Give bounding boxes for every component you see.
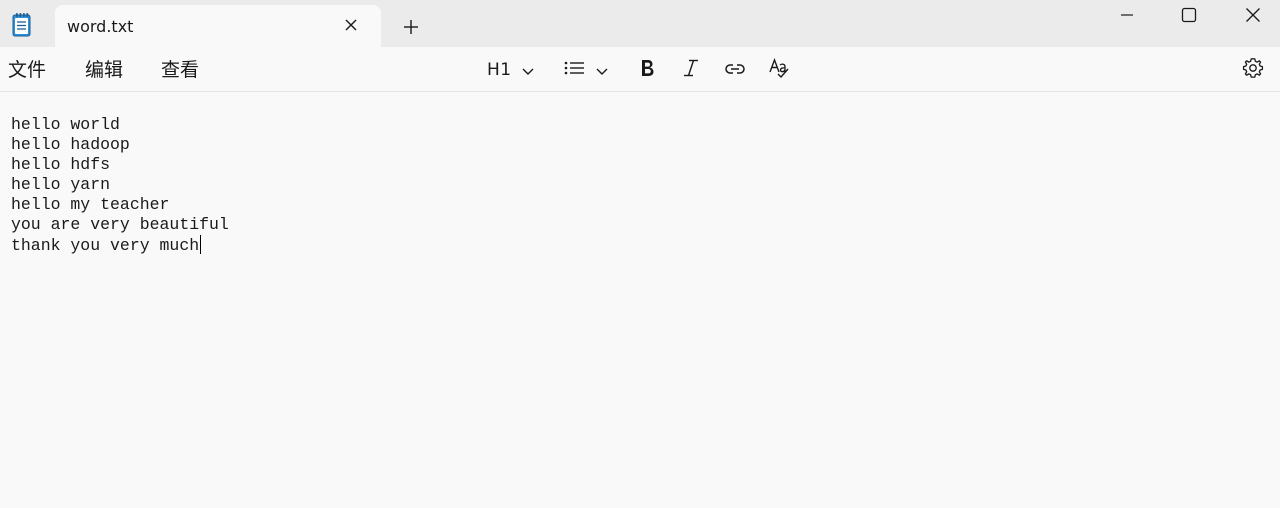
chevron-down-icon — [596, 61, 608, 80]
menu-edit[interactable]: 编辑 — [85, 58, 123, 82]
text-caret — [200, 235, 202, 254]
maximize-icon[interactable] — [1166, 0, 1212, 30]
settings-icon — [1242, 57, 1264, 83]
menu-toolbar: 文件 编辑 查看 H1 — [0, 47, 1280, 92]
text-line: hello yarn — [11, 175, 111, 194]
settings-button[interactable] — [1242, 57, 1264, 83]
tab-title: word.txt — [67, 17, 134, 36]
bulleted-list-icon — [564, 60, 584, 80]
italic-icon — [682, 58, 700, 82]
text-line-last: thank you very much — [11, 235, 1261, 255]
menu-view[interactable]: 查看 — [161, 58, 199, 82]
heading-dropdown[interactable]: H1 — [487, 57, 534, 83]
title-bar: word.txt — [0, 0, 1280, 47]
link-button[interactable] — [724, 57, 746, 83]
bold-button[interactable] — [638, 57, 656, 83]
document-text[interactable]: hello world hello hadoop hello hdfs hell… — [11, 115, 1261, 255]
spellcheck-button[interactable] — [768, 57, 790, 83]
close-icon[interactable] — [341, 15, 361, 35]
text-line: hello world — [11, 115, 120, 134]
text-line: you are very beautiful — [11, 215, 229, 234]
text-line: hello my teacher — [11, 195, 170, 214]
close-icon[interactable] — [1230, 0, 1276, 30]
italic-button[interactable] — [682, 57, 700, 83]
text-line-content: thank you very much — [11, 236, 200, 255]
bold-icon — [638, 58, 656, 82]
chevron-down-icon — [522, 61, 534, 80]
minimize-icon[interactable] — [1104, 0, 1150, 30]
text-line: hello hdfs — [11, 155, 111, 174]
list-dropdown[interactable] — [564, 57, 608, 83]
tab-word-txt[interactable]: word.txt — [55, 5, 381, 47]
text-line: hello hadoop — [11, 135, 130, 154]
editor-area[interactable]: hello world hello hadoop hello hdfs hell… — [0, 93, 1280, 508]
notepad-icon — [10, 12, 34, 38]
menu-file[interactable]: 文件 — [8, 58, 46, 82]
spellcheck-icon — [768, 57, 790, 83]
heading-label: H1 — [487, 60, 512, 80]
link-icon — [724, 61, 746, 80]
plus-icon[interactable] — [400, 16, 422, 38]
